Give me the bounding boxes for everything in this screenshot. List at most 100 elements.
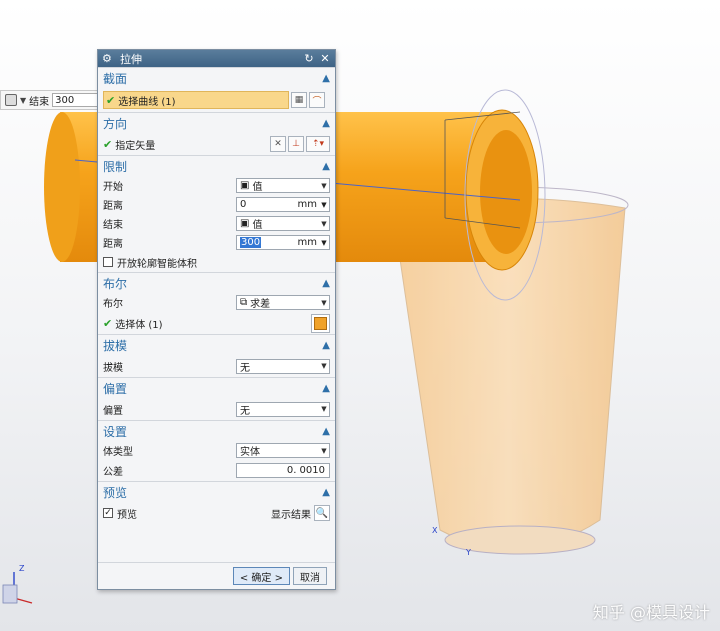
- boolean-label: 布尔: [103, 299, 123, 310]
- x-axis-label: X: [432, 526, 438, 535]
- end-value-input[interactable]: 300: [52, 93, 101, 107]
- chevron-up-icon[interactable]: ▲: [322, 118, 330, 129]
- close-icon[interactable]: ✕: [319, 52, 331, 65]
- tolerance-input[interactable]: 0. 0010: [236, 463, 330, 478]
- chevron-up-icon[interactable]: ▲: [322, 278, 330, 289]
- open-profile-label: 开放轮廓智能体积: [117, 258, 197, 270]
- select-body-label: 选择体 (1): [115, 319, 163, 331]
- body-type-icon[interactable]: [5, 94, 17, 106]
- offset-label: 偏置: [103, 405, 123, 417]
- start-row: 开始 ▣ 值 ▼: [103, 176, 330, 195]
- preview-section: 预览 ▲ ✓ 预览 显示结果 🔍: [98, 481, 335, 524]
- boolean-select-value: 求差: [250, 299, 271, 310]
- draft-select[interactable]: 无 ▼: [236, 358, 330, 374]
- distance2-row: 距离 300 mm ▼: [103, 233, 330, 252]
- distance1-row: 距离 0 mm ▼: [103, 195, 330, 214]
- select-curve-row: ✔ 选择曲线 (1) ▦ ⌒: [103, 88, 330, 112]
- cube-icon: [314, 316, 327, 330]
- end-select[interactable]: ▣ 值 ▼: [236, 216, 330, 231]
- chevron-up-icon[interactable]: ▲: [322, 161, 330, 172]
- chevron-down-icon[interactable]: ▼: [319, 362, 329, 370]
- settings-title: 设置: [103, 424, 128, 439]
- cylinder-hole: [480, 130, 532, 254]
- chevron-up-icon[interactable]: ▲: [322, 340, 330, 351]
- cancel-button[interactable]: 取消: [293, 567, 327, 585]
- curve-icon[interactable]: ⌒: [309, 92, 325, 108]
- show-result-button[interactable]: 🔍: [314, 505, 330, 521]
- select-curve-field[interactable]: ✔ 选择曲线 (1): [103, 91, 289, 109]
- draft-header[interactable]: 拔模 ▲: [103, 335, 330, 355]
- draft-row: 拔模 无 ▼: [103, 355, 330, 377]
- dialog-title-bar[interactable]: ⚙ 拉伸 ↻ ✕: [98, 50, 335, 67]
- select-body-button[interactable]: [311, 313, 330, 333]
- body-type-label: 体类型: [103, 447, 133, 458]
- vector-row: ✔ 指定矢量 ✕ ⊥ ⇡▾: [103, 133, 330, 155]
- boolean-header[interactable]: 布尔 ▲: [103, 273, 330, 293]
- offset-row: 偏置 无 ▼: [103, 398, 330, 420]
- subtract-icon: ⧉: [240, 297, 248, 308]
- body-type-select[interactable]: 实体 ▼: [236, 443, 330, 458]
- limits-header[interactable]: 限制 ▲: [103, 156, 330, 176]
- preview-label: 预览: [117, 509, 137, 521]
- select-body-row: ✔ 选择体 (1): [103, 312, 330, 334]
- distance1-unit: mm: [297, 199, 317, 210]
- chevron-up-icon[interactable]: ▲: [322, 383, 330, 394]
- chevron-down-icon[interactable]: ▼: [319, 220, 329, 228]
- end-select-value: 值: [252, 220, 263, 231]
- direction-section: 方向 ▲ ✔ 指定矢量 ✕ ⊥ ⇡▾: [98, 112, 335, 155]
- chevron-down-icon[interactable]: ▼: [319, 299, 329, 307]
- value-icon: ▣: [240, 180, 250, 191]
- offset-select[interactable]: 无 ▼: [236, 401, 330, 417]
- mini-toolbar: ▼ 结束 300: [0, 90, 112, 110]
- boolean-title: 布尔: [103, 276, 128, 291]
- chevron-down-icon[interactable]: ▼: [319, 447, 329, 455]
- direction-header[interactable]: 方向 ▲: [103, 113, 330, 133]
- preview-checkbox[interactable]: ✓: [103, 508, 113, 518]
- section-header[interactable]: 截面 ▲: [103, 68, 330, 88]
- cylinder-back-cap: [44, 112, 80, 262]
- direction-title: 方向: [103, 116, 128, 131]
- distance1-label: 距离: [103, 201, 123, 212]
- sketch-section-icon[interactable]: ▦: [291, 92, 307, 108]
- distance2-value: 300: [240, 237, 262, 248]
- settings-header[interactable]: 设置 ▲: [103, 421, 330, 441]
- end-label: 结束: [103, 220, 123, 231]
- search-icon: 🔍: [315, 507, 329, 519]
- chevron-down-icon[interactable]: ▼: [319, 182, 329, 190]
- offset-header[interactable]: 偏置 ▲: [103, 378, 330, 398]
- check-icon: ✔: [103, 316, 113, 330]
- start-select[interactable]: ▣ 值 ▼: [236, 178, 330, 193]
- boolean-select[interactable]: ⧉ 求差 ▼: [236, 295, 330, 310]
- boolean-section: 布尔 ▲ 布尔 ⧉ 求差 ▼ ✔ 选择体 (1): [98, 272, 335, 334]
- open-profile-checkbox[interactable]: [103, 257, 113, 267]
- ok-button[interactable]: < 确定 >: [232, 567, 290, 585]
- start-label: 开始: [103, 182, 123, 193]
- y-axis-label: Y: [466, 548, 471, 557]
- distance2-input[interactable]: 300 mm ▼: [236, 235, 330, 250]
- vector-dialog-icon[interactable]: ⊥: [288, 136, 304, 152]
- chevron-up-icon[interactable]: ▲: [322, 487, 330, 498]
- z-axis-label: Z: [19, 564, 25, 573]
- dialog-title: 拉伸: [120, 52, 142, 66]
- body-type-row: 体类型 实体 ▼: [103, 441, 330, 460]
- vector-triad-icon[interactable]: ⇡▾: [306, 136, 330, 152]
- distance1-input[interactable]: 0 mm ▼: [236, 197, 330, 212]
- chevron-up-icon[interactable]: ▲: [322, 73, 330, 84]
- end-row: 结束 ▣ 值 ▼: [103, 214, 330, 233]
- show-result-label: 显示结果: [271, 509, 311, 521]
- preview-header[interactable]: 预览 ▲: [103, 482, 330, 502]
- boolean-row: 布尔 ⧉ 求差 ▼: [103, 293, 330, 312]
- reverse-direction-icon[interactable]: ✕: [270, 136, 286, 152]
- chevron-down-icon[interactable]: ▼: [319, 201, 329, 209]
- end-label: 结束: [29, 96, 50, 108]
- gear-icon[interactable]: ⚙: [102, 52, 114, 65]
- chevron-down-icon[interactable]: ▼: [319, 405, 329, 413]
- chevron-down-icon[interactable]: ▼: [319, 239, 329, 247]
- tolerance-row: 公差 0. 0010: [103, 460, 330, 481]
- chevron-up-icon[interactable]: ▲: [322, 426, 330, 437]
- chevron-down-icon[interactable]: ▼: [20, 96, 26, 105]
- triad-box: [2, 584, 18, 604]
- check-icon: ✔: [103, 137, 113, 151]
- check-icon: ✔: [106, 93, 116, 107]
- reset-icon[interactable]: ↻: [303, 52, 315, 65]
